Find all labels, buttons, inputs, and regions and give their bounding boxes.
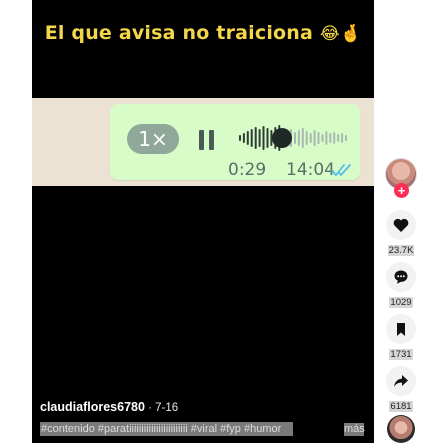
follow-plus-icon[interactable]: + <box>394 183 409 198</box>
waveform-bar <box>242 133 245 143</box>
waveform-bar <box>246 131 249 145</box>
video-player[interactable]: El que avisa no traiciona 😂🤞 1× 0:29 14:… <box>32 0 374 443</box>
scrub-knob <box>272 128 292 148</box>
author-username[interactable]: claudiaflores6780 <box>40 400 145 414</box>
waveform-bar <box>329 133 332 143</box>
read-ticks-icon <box>331 164 351 177</box>
more-link[interactable]: más <box>344 423 365 436</box>
waveform-bar <box>239 135 241 141</box>
waveform-bar <box>301 128 304 148</box>
waveform-bar <box>321 134 324 142</box>
music-disc-icon[interactable] <box>387 415 415 443</box>
waveform <box>239 125 347 151</box>
bookmark-count: 1731 <box>389 349 413 360</box>
heart-icon <box>393 218 409 232</box>
waveform-bar <box>266 128 269 148</box>
action-rail: + 23.7K 1029 1731 6181 <box>379 150 425 443</box>
waveform-bar <box>317 132 320 144</box>
waveform-bar <box>305 131 308 145</box>
bookmark-icon <box>397 322 405 336</box>
waveform-bar <box>333 132 336 144</box>
date-separator: · <box>144 402 156 414</box>
share-button[interactable] <box>386 366 416 396</box>
hashtags[interactable]: #contenido #paratiiiiiiiiiiiiiiiiiiiiiii… <box>40 422 293 436</box>
waveform-bar <box>294 132 296 144</box>
waveform-bar <box>345 135 347 141</box>
waveform-bar <box>258 129 261 147</box>
waveform-bar <box>254 127 257 149</box>
caption-text: El que avisa no traiciona <box>44 22 314 44</box>
waveform-bar <box>262 126 265 150</box>
comment-count: 1029 <box>389 297 413 308</box>
author-avatar-button[interactable]: + <box>385 158 417 198</box>
voice-duration: 0:29 <box>228 160 267 180</box>
waveform-bar <box>250 129 253 147</box>
message-time: 14:04 <box>286 160 335 180</box>
waveform-bar <box>309 133 312 143</box>
comment-button[interactable] <box>386 262 416 292</box>
waveform-bar <box>313 130 316 146</box>
post-date: 7-16 <box>155 402 179 414</box>
waveform-bar <box>297 130 300 146</box>
bookmark-button[interactable] <box>386 314 416 344</box>
pause-icon <box>199 130 214 150</box>
like-count: 23.7K <box>387 245 415 256</box>
playback-speed-button: 1× <box>127 124 179 154</box>
like-button[interactable] <box>386 210 416 240</box>
caption-emoji: 😂🤞 <box>319 24 362 44</box>
waveform-bar <box>337 134 340 142</box>
waveform-bar <box>325 131 328 145</box>
video-caption-overlay: El que avisa no traiciona 😂🤞 <box>32 22 374 44</box>
waveform-bar <box>341 133 344 143</box>
voice-note-bubble: 1× 0:29 14:04 <box>110 104 360 180</box>
author-line: claudiaflores6780 · 7-16 <box>40 400 178 414</box>
share-count: 6181 <box>389 401 413 412</box>
share-icon <box>394 375 408 387</box>
comment-icon <box>394 270 408 284</box>
